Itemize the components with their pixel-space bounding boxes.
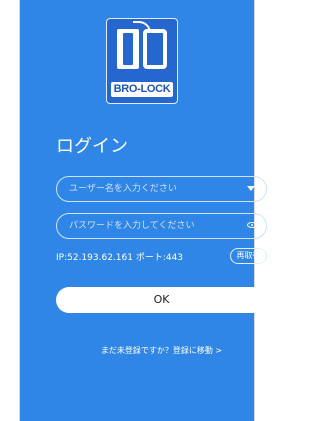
eye-icon[interactable] bbox=[247, 222, 257, 228]
chevron-down-icon[interactable] bbox=[247, 186, 255, 191]
door-icon bbox=[117, 29, 139, 69]
server-info: IP:52.193.62.161 ポート:443 bbox=[56, 253, 184, 263]
password-input[interactable]: パスワードを入力してください bbox=[56, 213, 267, 239]
brand-name: BRO-LOCK bbox=[111, 82, 173, 97]
smartphone-icon bbox=[143, 29, 167, 69]
login-screen: BRO-LOCK ログイン ユーザー名を入力ください パスワードを入力してくださ… bbox=[20, 0, 267, 421]
password-placeholder: パスワードを入力してください bbox=[69, 221, 195, 231]
app-logo: BRO-LOCK bbox=[106, 18, 178, 104]
page-title: ログイン bbox=[56, 136, 128, 157]
refetch-button[interactable]: 再取得 bbox=[230, 248, 267, 264]
register-link[interactable]: まだ未登録ですか？登録に移動 > bbox=[56, 345, 267, 356]
ok-button[interactable]: OK bbox=[56, 287, 267, 313]
username-placeholder: ユーザー名を入力ください bbox=[69, 184, 177, 194]
username-input[interactable]: ユーザー名を入力ください bbox=[56, 176, 267, 202]
